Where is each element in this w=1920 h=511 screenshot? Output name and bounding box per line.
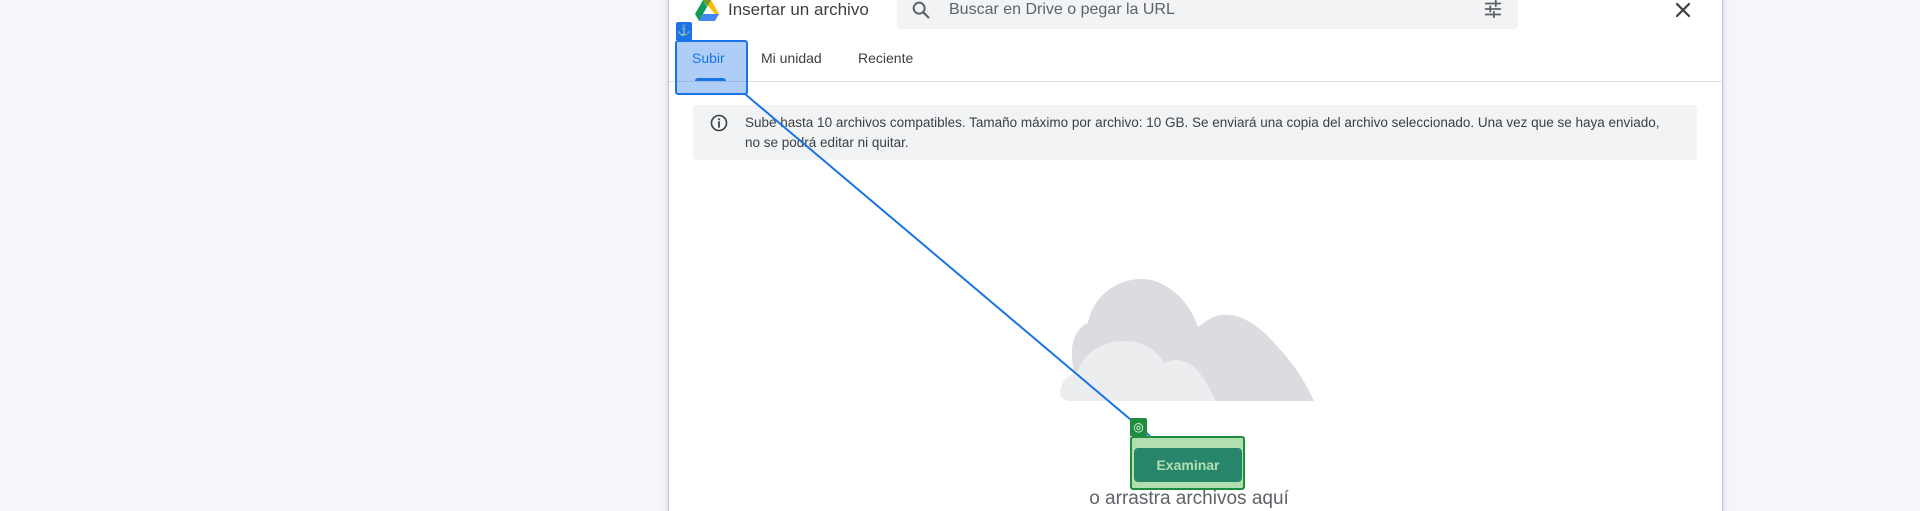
info-banner: Sube hasta 10 archivos compatibles. Tama… — [693, 105, 1697, 160]
active-tab-indicator — [695, 78, 726, 81]
tab-mi-unidad[interactable]: Mi unidad — [761, 32, 822, 82]
info-text: Sube hasta 10 archivos compatibles. Tama… — [745, 115, 1660, 150]
page: Insertar un archivo Buscar en Drive o pe… — [0, 0, 1920, 511]
info-icon — [710, 114, 728, 132]
browse-button[interactable]: Examinar — [1134, 448, 1242, 482]
tab-subir[interactable]: Subir — [692, 32, 725, 82]
cloud-illustration — [1060, 279, 1314, 401]
dialog-header: Insertar un archivo — [669, 0, 1722, 32]
tab-bar: Subir Mi unidad Reciente — [669, 32, 1722, 82]
search-box[interactable] — [897, 0, 1518, 29]
tune-icon[interactable] — [1482, 0, 1504, 20]
search-icon[interactable] — [910, 0, 932, 21]
tab-reciente[interactable]: Reciente — [858, 32, 913, 82]
dialog-title: Insertar un archivo — [728, 0, 869, 19]
insert-file-dialog: Insertar un archivo Buscar en Drive o pe… — [669, 0, 1722, 511]
drag-hint: o arrastra archivos aquí — [1089, 488, 1289, 509]
search-input[interactable] — [949, 0, 1429, 21]
close-icon[interactable] — [1673, 0, 1693, 20]
google-drive-logo-icon — [695, 0, 719, 21]
